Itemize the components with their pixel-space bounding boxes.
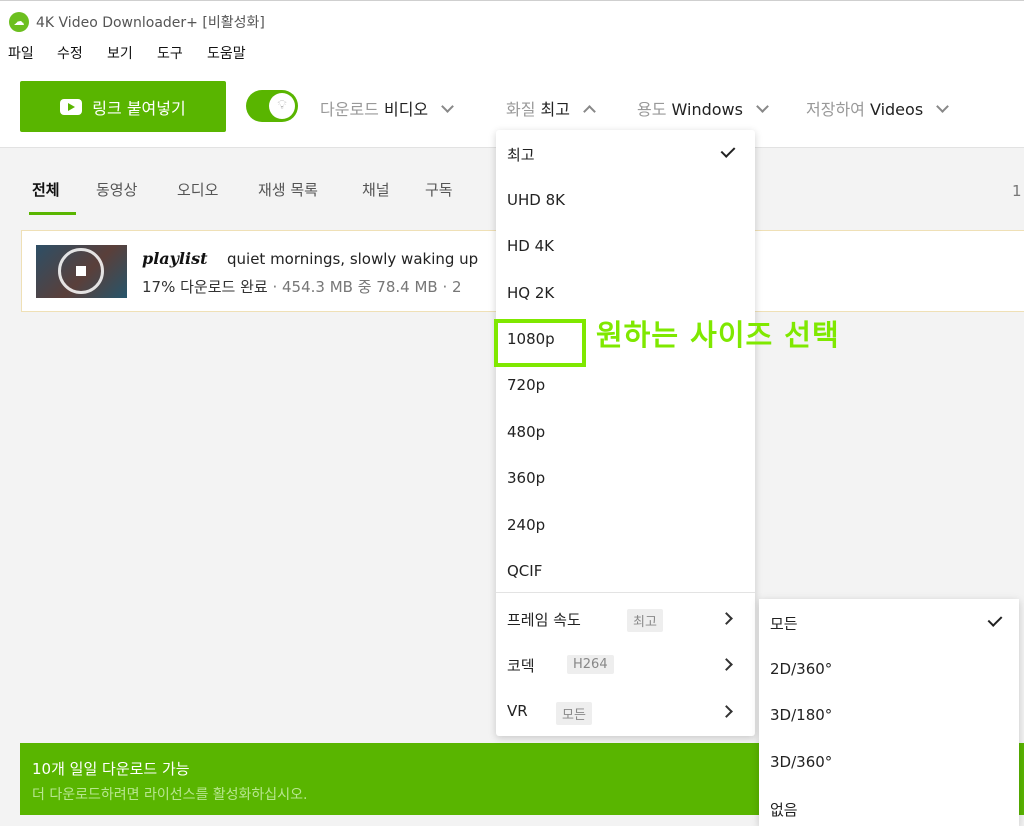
usage-dropdown[interactable]: 용도 Windows <box>637 96 769 120</box>
menu-edit[interactable]: 수정 <box>57 43 83 63</box>
quality-value: 최고 <box>540 100 570 119</box>
frame-rate-badge: 최고 <box>627 609 663 632</box>
menu-divider <box>496 592 755 593</box>
download-status: 17% 다운로드 완료 · 454.3 MB 중 78.4 MB · 2 <box>142 276 462 297</box>
download-type-label: 다운로드 <box>320 100 379 119</box>
quality-option[interactable]: 480p <box>507 423 545 441</box>
playlist-tag: playlist <box>142 249 208 268</box>
tab-audio[interactable]: 오디오 <box>177 179 218 200</box>
save-location-label: 저장하여 <box>806 100 865 119</box>
daily-limit-text: 10개 일일 다운로드 가능 <box>32 760 190 778</box>
vr-option[interactable]: 모든 <box>770 613 798 634</box>
chevron-down-icon <box>756 100 769 113</box>
smart-mode-toggle[interactable]: 💡︎ <box>246 90 298 122</box>
quality-option[interactable]: 720p <box>507 376 545 394</box>
quality-option[interactable]: HQ 2K <box>507 284 554 302</box>
frame-rate-label: 프레임 속도 <box>507 611 581 629</box>
quality-menu: 최고 UHD 8K HD 4K HQ 2K 1080p 720p 480p 36… <box>496 130 755 736</box>
quality-option[interactable]: QCIF <box>507 562 542 580</box>
menu-file[interactable]: 파일 <box>8 43 34 63</box>
save-location-dropdown[interactable]: 저장하여 Videos <box>806 96 950 120</box>
chevron-down-icon <box>441 100 455 113</box>
codec-badge: H264 <box>567 655 614 674</box>
menu-bar: 파일 수정 보기 도구 도움말 <box>0 40 1024 66</box>
lightbulb-icon: 💡︎ <box>269 93 295 119</box>
chevron-right-icon <box>720 705 733 718</box>
active-tab-indicator <box>29 212 76 215</box>
tab-subscriptions[interactable]: 구독 <box>425 179 453 200</box>
chevron-down-icon <box>936 100 950 113</box>
tab-playlists[interactable]: 재생 목록 <box>258 179 318 200</box>
annotation-text: 원하는 사이즈 선택 <box>596 318 840 352</box>
quality-option[interactable]: HD 4K <box>507 237 554 255</box>
quality-option[interactable]: 최고 <box>507 144 535 165</box>
vr-badge: 모든 <box>556 702 592 725</box>
activate-license-text: 더 다운로드하려면 라이선스를 활성화하십시오. <box>32 787 308 803</box>
stop-icon[interactable] <box>76 266 86 276</box>
menu-view[interactable]: 보기 <box>107 43 133 63</box>
save-location-value: Videos <box>869 100 924 119</box>
vr-option[interactable]: 없음 <box>770 799 798 820</box>
quality-option[interactable]: 360p <box>507 469 545 487</box>
vr-option[interactable]: 3D/180° <box>770 706 832 724</box>
download-size-text: · 454.3 MB 중 78.4 MB · 2 <box>272 278 462 296</box>
checkmark-icon <box>720 143 736 158</box>
usage-label: 용도 <box>637 100 667 119</box>
chevron-up-icon <box>583 105 596 118</box>
tab-videos[interactable]: 동영상 <box>96 179 137 200</box>
tab-channels[interactable]: 채널 <box>362 179 390 200</box>
quality-dropdown[interactable]: 화질 최고 <box>506 96 596 120</box>
menu-help[interactable]: 도움말 <box>207 43 246 63</box>
video-thumbnail <box>36 245 127 298</box>
chevron-right-icon <box>720 658 733 671</box>
vr-option[interactable]: 2D/360° <box>770 660 832 678</box>
download-type-value: 비디오 <box>383 100 429 119</box>
item-count: 1 <box>1012 182 1022 200</box>
menu-tools[interactable]: 도구 <box>157 43 183 63</box>
download-progress-text: 17% 다운로드 완료 <box>142 278 268 296</box>
codec-label: 코덱 <box>507 657 535 675</box>
quality-option[interactable]: 240p <box>507 516 545 534</box>
vr-submenu: 모든 2D/360° 3D/180° 3D/360° 없음 <box>759 599 1019 826</box>
play-icon <box>60 98 83 115</box>
checkmark-icon <box>987 612 1003 627</box>
paste-link-label: 링크 붙여넣기 <box>92 98 186 118</box>
download-title: quiet mornings, slowly waking up <box>227 250 479 268</box>
chevron-right-icon <box>720 612 733 625</box>
paste-link-button[interactable]: 링크 붙여넣기 <box>20 81 226 132</box>
title-bar: ☁ 4K Video Downloader+ [비활성화] <box>0 0 1024 40</box>
vr-option[interactable]: 3D/360° <box>770 753 832 771</box>
window-title: 4K Video Downloader+ [비활성화] <box>36 15 265 31</box>
download-type-dropdown[interactable]: 다운로드 비디오 <box>320 96 455 120</box>
quality-label: 화질 <box>506 100 536 119</box>
quality-option[interactable]: UHD 8K <box>507 191 565 209</box>
annotation-highlight-box <box>494 319 586 367</box>
vr-label: VR <box>507 702 528 720</box>
usage-value: Windows <box>671 100 743 119</box>
tab-all[interactable]: 전체 <box>32 179 60 200</box>
app-logo-icon: ☁ <box>9 12 29 32</box>
